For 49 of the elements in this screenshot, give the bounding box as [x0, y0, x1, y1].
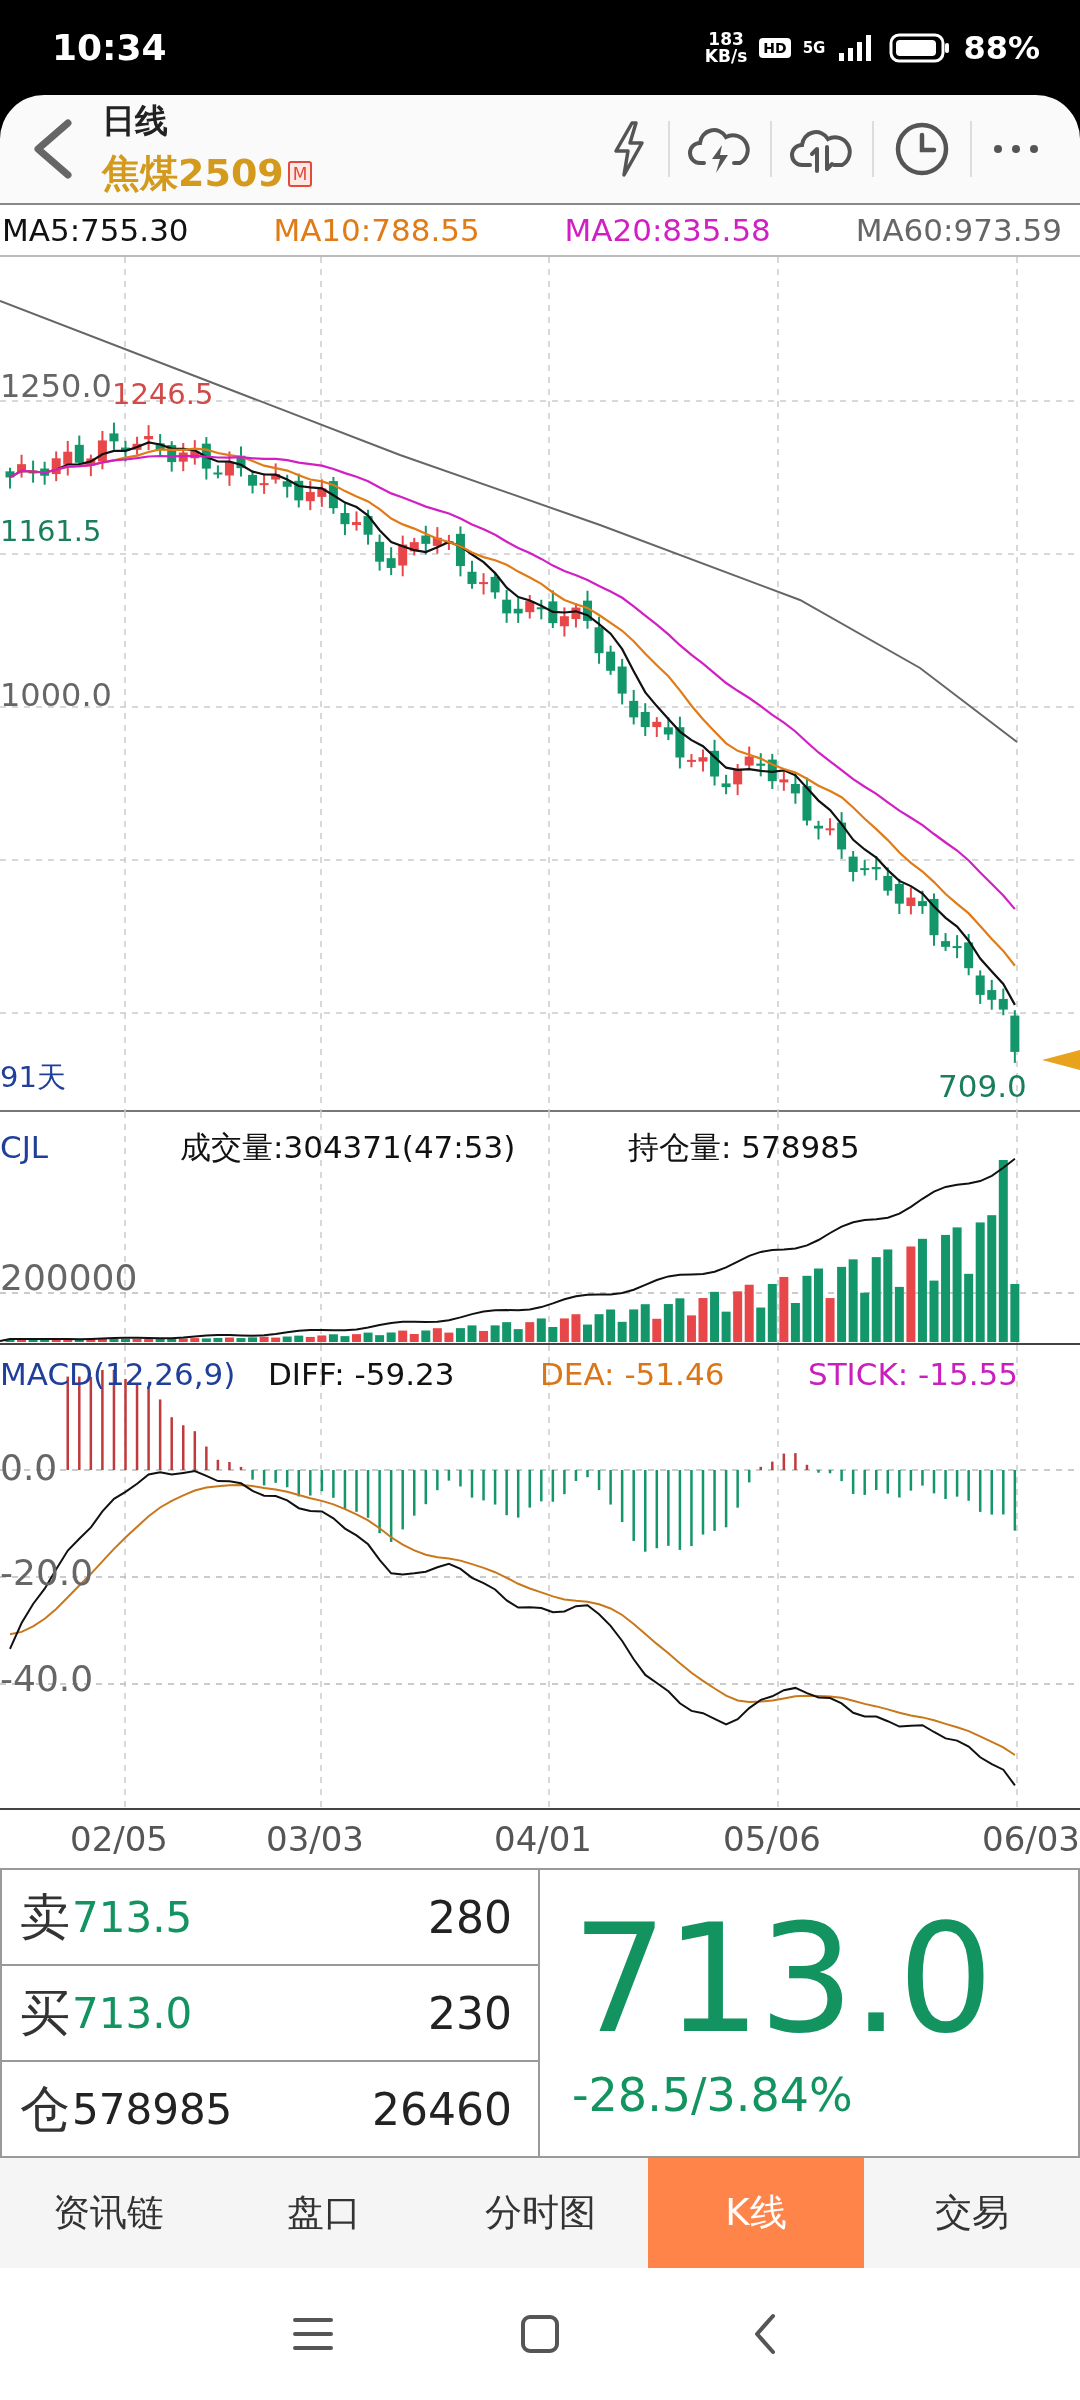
date-label: 03/03 — [266, 1822, 364, 1856]
date-label: 04/01 — [494, 1822, 592, 1856]
bottom-tab[interactable]: 交易 — [864, 2158, 1080, 2268]
date-label: 05/06 — [723, 1822, 821, 1856]
quote-price: 713.5 — [72, 1892, 194, 1942]
macd-axis-label: -40.0 — [0, 1661, 94, 1697]
contract-name: 焦煤2509 — [102, 150, 284, 197]
hd-badge: HD — [759, 37, 791, 58]
price-axis-label: 1000.0 — [0, 679, 112, 711]
last-price: 713.0 — [572, 1904, 993, 2054]
price-marker-label: 1246.5 — [112, 380, 214, 409]
bottom-tab[interactable]: 分时图 — [432, 2158, 648, 2268]
stick-value: STICK: -15.55 — [808, 1359, 1018, 1390]
quote-quantity: 230 — [428, 1987, 512, 2039]
bottom-tab[interactable]: 盘口 — [216, 2158, 432, 2268]
quote-quantity: 26460 — [372, 2083, 512, 2135]
dea-value: DEA: -51.46 — [540, 1359, 725, 1390]
main-contract-badge: M — [287, 160, 313, 187]
network-speed: 183 — [708, 30, 744, 48]
bottom-tab[interactable]: 资讯链 — [0, 2158, 216, 2268]
date-label: 06/03 — [982, 1822, 1080, 1856]
macd-axis-label: 0.0 — [0, 1450, 58, 1486]
battery-percent: 88% — [963, 28, 1040, 67]
chart-period-title: 日线 — [102, 100, 169, 142]
volume-value: 成交量:304371(47:53) — [180, 1132, 516, 1163]
quote-row-label: 仓 — [20, 2078, 70, 2140]
price-marker-label: 1161.5 — [0, 517, 102, 546]
volume-axis-label: 200000 — [0, 1260, 138, 1296]
indicator-name: CJL — [0, 1132, 49, 1163]
period-label: 91天 — [0, 1063, 66, 1092]
quote-row-label: 卖 — [20, 1886, 70, 1948]
moving-average-value: MA20:835.58 — [564, 212, 771, 248]
network-type: 5G — [802, 38, 826, 57]
quote-quantity: 280 — [428, 1891, 512, 1943]
quote-row-label: 买 — [20, 1982, 70, 2044]
moving-average-value: MA10:788.55 — [273, 212, 480, 248]
indicator-name: MACD(12,26,9) — [0, 1359, 236, 1390]
price-axis-label: 1250.0 — [0, 370, 112, 402]
diff-value: DIFF: -59.23 — [268, 1359, 455, 1390]
moving-average-value: MA60:973.59 — [855, 212, 1062, 248]
open-interest-value: 持仓量: 578985 — [628, 1132, 860, 1163]
clock-time: 10:34 — [52, 27, 168, 68]
quote-price: 578985 — [72, 2084, 234, 2134]
price-change: -28.5/3.84% — [572, 2068, 854, 2122]
network-speed-unit: KB/s — [704, 47, 748, 65]
moving-average-value: MA5:755.30 — [2, 212, 189, 248]
quote-price: 713.0 — [72, 1988, 194, 2038]
price-marker-label: 709.0 — [938, 1071, 1027, 1102]
date-label: 02/05 — [70, 1822, 168, 1856]
